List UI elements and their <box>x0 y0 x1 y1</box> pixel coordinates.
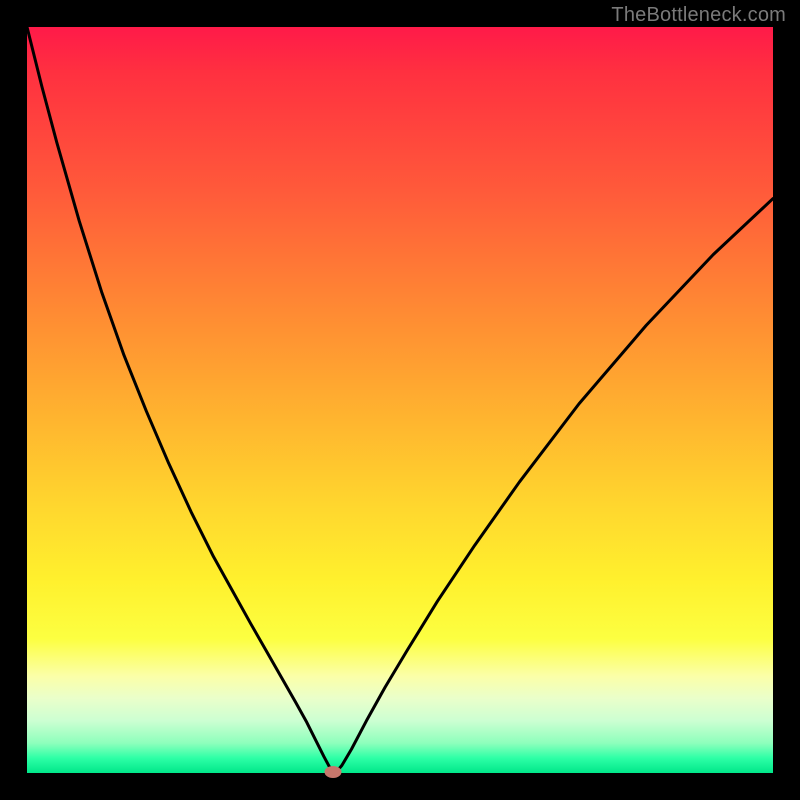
chart-frame: TheBottleneck.com <box>0 0 800 800</box>
plot-area <box>27 27 773 773</box>
optimum-marker <box>324 766 341 778</box>
watermark-text: TheBottleneck.com <box>611 4 786 27</box>
bottleneck-curve <box>27 27 773 773</box>
